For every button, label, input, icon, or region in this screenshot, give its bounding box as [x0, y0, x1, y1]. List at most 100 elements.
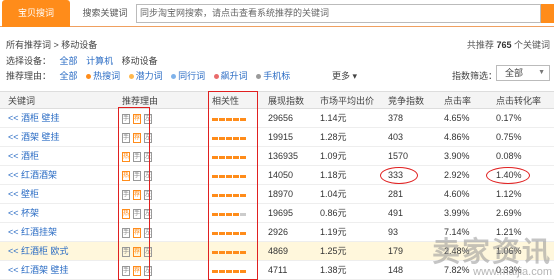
- ctr-value: 3.99%: [444, 208, 470, 218]
- total-prefix: 共推荐: [466, 40, 494, 50]
- avg-price-value: 1.18元: [320, 170, 347, 180]
- avg-price-value: 0.86元: [320, 208, 347, 218]
- display-index-value: 2926: [268, 227, 289, 237]
- breadcrumb: 所有推荐词 > 移动设备: [6, 38, 97, 51]
- reason-option-peer[interactable]: 同行词: [178, 71, 205, 81]
- cvr-value: 1.21%: [496, 227, 522, 237]
- competition-value: 491: [388, 208, 404, 218]
- keyword-link[interactable]: << 红酒架 壁挂: [8, 261, 69, 280]
- keyword-table: << 酒柜 壁挂 29656 1.14元 378 4.65% 0.17% 手荐左 << 酒架 …: [0, 109, 554, 280]
- breadcrumb-root[interactable]: 所有推荐词: [6, 40, 51, 50]
- device-filter: 选择设备： 全部 计算机 移动设备: [6, 54, 158, 67]
- ctr-value: 4.86%: [444, 132, 470, 142]
- table-header: 关键词 推荐理由 相关性 展现指数 市场平均出价 竞争指数 点击率 点击转化率: [0, 91, 554, 109]
- competition-value: 378: [388, 113, 404, 123]
- keyword-link[interactable]: << 壁柜: [8, 185, 39, 204]
- competition-value: 1570: [388, 151, 409, 161]
- annotation-box-reason: [118, 107, 150, 280]
- reason-option-hot[interactable]: 热搜词: [93, 71, 120, 81]
- table-row: << 酒柜 136935 1.09元 1570 3.90% 0.08% 热手左: [0, 147, 554, 166]
- table-row: << 杯架 19695 0.86元 491 3.99% 2.69% 热手左: [0, 204, 554, 223]
- peer-icon: [171, 74, 177, 79]
- chevron-down-icon: ▼: [538, 69, 545, 76]
- keyword-link[interactable]: << 酒柜 壁挂: [8, 109, 60, 128]
- reason-option-potential[interactable]: 潜力词: [136, 71, 163, 81]
- index-filter-value: 全部: [505, 68, 524, 78]
- col-avg-price[interactable]: 市场平均出价: [320, 92, 374, 110]
- competition-value: 179: [388, 246, 404, 256]
- competition-value: 148: [388, 265, 404, 275]
- ctr-value: 4.65%: [444, 113, 470, 123]
- cvr-value: 0.08%: [496, 151, 522, 161]
- display-index-value: 14050: [268, 170, 294, 180]
- ctr-value: 7.82%: [444, 265, 470, 275]
- competition-value: 93: [388, 227, 399, 237]
- cvr-value: 1.06%: [496, 246, 522, 256]
- cvr-value: 2.69%: [496, 208, 522, 218]
- avg-price-value: 1.14元: [320, 113, 347, 123]
- keyword-link[interactable]: << 红酒柜 欧式: [8, 242, 69, 261]
- mobile-icon: [256, 74, 262, 79]
- tab-keyword-search[interactable]: 搜索关键词: [74, 0, 136, 27]
- total-number: 765: [496, 40, 512, 50]
- table-row: << 壁柜 18970 1.04元 281 4.60% 1.12% 手荐左: [0, 185, 554, 204]
- chevron-down-icon: ▾: [352, 71, 358, 81]
- device-option-mobile[interactable]: 移动设备: [122, 56, 158, 66]
- keyword-search-input[interactable]: 同步淘宝网搜索，请点击查看系统推荐的关键词: [136, 4, 541, 23]
- top-tab-bar: 宝贝搜词 搜索关键词 同步淘宝网搜索，请点击查看系统推荐的关键词: [0, 0, 554, 27]
- display-index-value: 4711: [268, 265, 288, 275]
- avg-price-value: 1.09元: [320, 151, 347, 161]
- col-competition[interactable]: 竞争指数: [388, 92, 424, 110]
- reason-filter-label: 推荐理由：: [6, 71, 52, 81]
- breadcrumb-current: 移动设备: [61, 40, 98, 50]
- keyword-link[interactable]: << 酒柜: [8, 147, 39, 166]
- display-index-value: 19695: [268, 208, 294, 218]
- col-display-index[interactable]: 展现指数: [268, 92, 304, 110]
- col-keyword[interactable]: 关键词: [8, 92, 35, 110]
- keyword-link[interactable]: << 酒架 壁挂: [8, 128, 60, 147]
- ctr-value: 7.14%: [444, 227, 470, 237]
- ctr-value: 3.90%: [444, 151, 470, 161]
- tab-item-search[interactable]: 宝贝搜词: [2, 0, 70, 27]
- ctr-value: 4.60%: [444, 189, 470, 199]
- device-option-computer[interactable]: 计算机: [86, 56, 113, 66]
- avg-price-value: 1.04元: [320, 189, 347, 199]
- col-ctr[interactable]: 点击率: [444, 92, 471, 110]
- display-index-value: 19915: [268, 132, 294, 142]
- ctr-value: 2.92%: [444, 170, 470, 180]
- reason-option-mobile[interactable]: 手机标: [263, 71, 290, 81]
- breadcrumb-separator: >: [51, 40, 62, 50]
- display-index-value: 4869: [268, 246, 289, 256]
- reason-option-all[interactable]: 全部: [60, 71, 78, 81]
- search-button[interactable]: [541, 4, 554, 23]
- potential-icon: [128, 74, 134, 79]
- ctr-value: 2.48%: [444, 246, 470, 256]
- keyword-link[interactable]: << 红酒酒架: [8, 166, 57, 185]
- index-filter-select[interactable]: 全部 ▼: [496, 65, 550, 81]
- table-row: << 红酒酒架 14050 1.18元 333 2.92% 1.40% 热手左: [0, 166, 554, 185]
- more-filters-button[interactable]: 更多 ▾: [332, 69, 357, 82]
- more-label: 更多: [332, 71, 351, 81]
- avg-price-value: 1.19元: [320, 227, 347, 237]
- total-suffix: 个关键词: [513, 40, 550, 50]
- total-count: 共推荐 765 个关键词: [467, 38, 550, 51]
- table-row: << 红酒挂架 2926 1.19元 93 7.14% 1.21% 手荐左: [0, 223, 554, 242]
- cvr-value: 0.17%: [496, 113, 522, 123]
- keyword-link[interactable]: << 杯架: [8, 204, 39, 223]
- keyword-link[interactable]: << 红酒挂架: [8, 223, 57, 242]
- display-index-value: 136935: [268, 151, 299, 161]
- display-index-value: 29656: [268, 113, 294, 123]
- competition-value: 403: [388, 132, 404, 142]
- device-filter-label: 选择设备：: [6, 56, 52, 66]
- reason-option-rising[interactable]: 飙升词: [221, 71, 248, 81]
- competition-value: 281: [388, 189, 404, 199]
- rising-icon: [213, 74, 219, 79]
- table-row: << 红酒柜 欧式 4869 1.25元 179 2.48% 1.06% 手荐左: [0, 242, 554, 261]
- avg-price-value: 1.28元: [320, 132, 347, 142]
- cvr-value: 1.12%: [496, 189, 522, 199]
- table-row: << 红酒架 壁挂 4711 1.38元 148 7.82% 0.33% 手荐左: [0, 261, 554, 280]
- device-option-all[interactable]: 全部: [60, 56, 78, 66]
- cvr-value: 0.75%: [496, 132, 522, 142]
- annotation-circle-competition: [380, 167, 418, 184]
- col-cvr[interactable]: 点击转化率: [496, 92, 541, 110]
